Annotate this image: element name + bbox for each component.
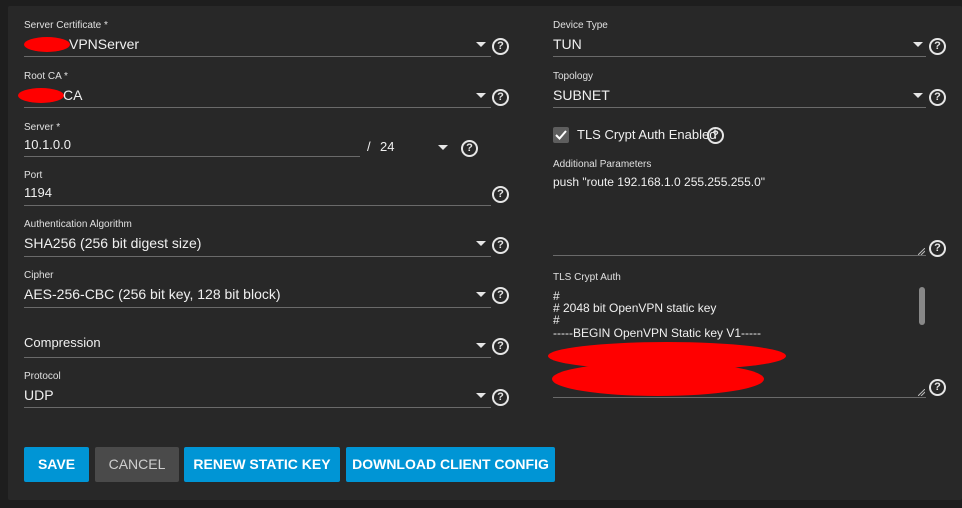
cipher-value[interactable]: AES-256-CBC (256 bit key, 128 bit block)	[24, 286, 281, 302]
openvpn-server-form	[8, 6, 962, 500]
tls-crypt-auth-enabled-label: TLS Crypt Auth Enabled	[577, 127, 717, 142]
help-icon[interactable]: ?	[461, 140, 478, 157]
device-type-value[interactable]: TUN	[553, 36, 582, 52]
help-icon[interactable]: ?	[492, 338, 509, 355]
help-icon[interactable]: ?	[492, 237, 509, 254]
resize-handle-icon[interactable]	[918, 248, 925, 255]
chevron-down-icon[interactable]	[476, 343, 486, 348]
server-label: Server *	[24, 122, 61, 133]
port-underline	[24, 205, 491, 206]
redaction-mark	[24, 37, 70, 52]
protocol-value[interactable]: UDP	[24, 387, 54, 403]
tls-crypt-auth-underline	[553, 397, 926, 398]
redaction-mark	[552, 362, 764, 396]
port-label: Port	[24, 170, 43, 181]
textarea-line: # 2048 bit OpenVPN static key	[553, 301, 717, 315]
checkmark-icon	[555, 130, 567, 140]
compression-select[interactable]: Compression	[24, 335, 101, 350]
cancel-button[interactable]: CANCEL	[95, 447, 179, 482]
additional-parameters-label: Additional Parameters	[553, 159, 652, 170]
topology-label: Topology	[553, 71, 594, 82]
help-icon[interactable]: ?	[929, 240, 946, 257]
help-icon[interactable]: ?	[929, 379, 946, 396]
resize-handle-icon[interactable]	[918, 389, 925, 396]
chevron-down-icon[interactable]	[438, 145, 448, 150]
auth-algorithm-underline	[24, 256, 491, 257]
device-type-label: Device Type	[553, 20, 608, 31]
topology-underline	[553, 107, 926, 108]
root-ca-value[interactable]: CA	[63, 87, 82, 103]
root-ca-label: Root CA *	[24, 71, 68, 82]
port-input[interactable]: 1194	[24, 185, 52, 200]
server-certificate-label: Server Certificate *	[24, 20, 108, 31]
tls-crypt-auth-checkbox[interactable]	[553, 127, 569, 143]
protocol-label: Protocol	[24, 371, 61, 382]
auth-algorithm-label: Authentication Algorithm	[24, 219, 132, 230]
redaction-mark	[18, 88, 64, 103]
server-address-underline	[24, 156, 360, 157]
chevron-down-icon[interactable]	[476, 241, 486, 246]
cipher-label: Cipher	[24, 270, 54, 281]
chevron-down-icon[interactable]	[476, 93, 486, 98]
chevron-down-icon[interactable]	[476, 292, 486, 297]
save-button[interactable]: SAVE	[24, 447, 89, 482]
chevron-down-icon[interactable]	[913, 42, 923, 47]
help-icon[interactable]: ?	[929, 38, 946, 55]
additional-parameters-textarea[interactable]: push "route 192.168.1.0 255.255.255.0"	[553, 176, 765, 188]
scrollbar-thumb[interactable]	[919, 287, 925, 325]
help-icon[interactable]: ?	[929, 89, 946, 106]
renew-static-key-button[interactable]: RENEW STATIC KEY	[184, 447, 340, 482]
compression-underline	[24, 357, 491, 358]
device-type-underline	[553, 56, 926, 57]
help-icon[interactable]: ?	[492, 89, 509, 106]
textarea-line: -----BEGIN OpenVPN Static key V1-----	[553, 326, 762, 340]
netmask-select[interactable]: 24	[380, 139, 394, 154]
server-address-input[interactable]: 10.1.0.0	[24, 137, 71, 152]
help-icon[interactable]: ?	[492, 38, 509, 55]
protocol-underline	[24, 407, 491, 408]
root-ca-underline	[24, 107, 491, 108]
help-icon[interactable]: ?	[707, 127, 724, 144]
netmask-separator: /	[367, 139, 371, 154]
help-icon[interactable]: ?	[492, 287, 509, 304]
help-icon[interactable]: ?	[492, 186, 509, 203]
chevron-down-icon[interactable]	[476, 42, 486, 47]
server-certificate-value[interactable]: VPNServer	[69, 36, 139, 52]
topology-value[interactable]: SUBNET	[553, 87, 610, 103]
textarea-line: #	[553, 313, 560, 327]
download-client-config-button[interactable]: DOWNLOAD CLIENT CONFIG	[346, 447, 555, 482]
help-icon[interactable]: ?	[492, 389, 509, 406]
tls-crypt-auth-label: TLS Crypt Auth	[553, 272, 621, 283]
additional-parameters-underline	[553, 255, 926, 256]
server-certificate-underline	[24, 56, 491, 57]
cipher-underline	[24, 307, 491, 308]
chevron-down-icon[interactable]	[913, 93, 923, 98]
auth-algorithm-value[interactable]: SHA256 (256 bit digest size)	[24, 235, 201, 251]
chevron-down-icon[interactable]	[476, 393, 486, 398]
